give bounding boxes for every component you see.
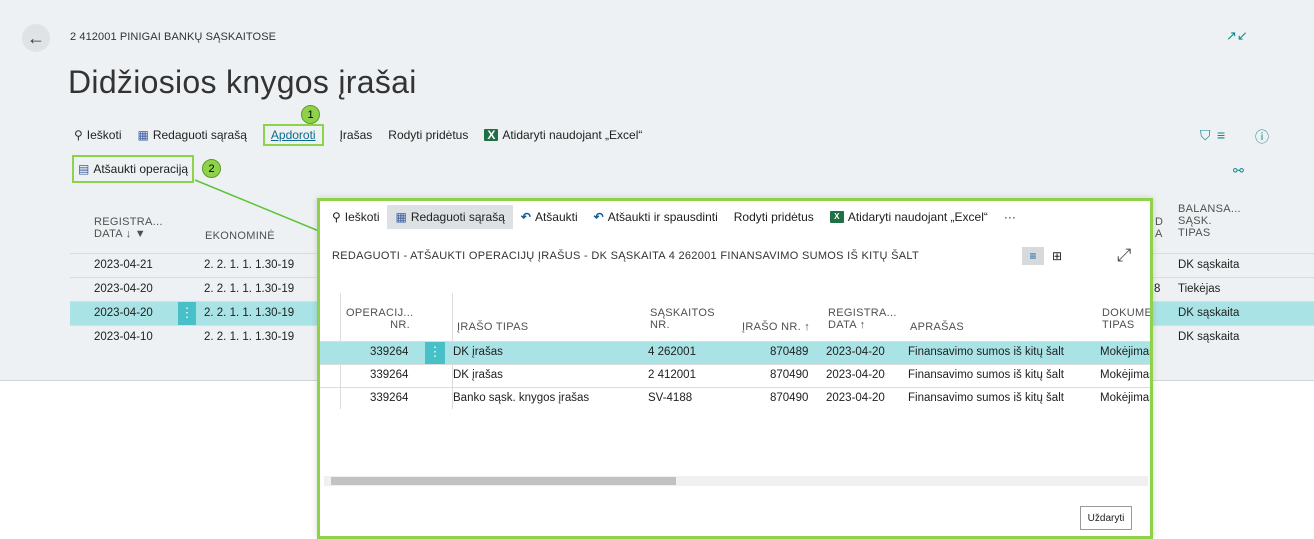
list-view-icon[interactable]: ≡ bbox=[1022, 247, 1044, 265]
cell-reg-date: 2023-04-20 bbox=[826, 369, 885, 381]
edit-list-icon: ▦ bbox=[395, 210, 407, 224]
dialog-reverse-button[interactable]: ↶ Atšaukti bbox=[513, 205, 586, 229]
cell-date: 2023-04-20 bbox=[94, 283, 153, 295]
dialog-edit-list-label: Redaguoti sąrašą bbox=[410, 210, 505, 224]
cell-operation-no: 339264 bbox=[370, 346, 409, 358]
cell-partial: 8 bbox=[1154, 283, 1161, 295]
cell-entry-no: 870490 bbox=[770, 392, 809, 404]
more-options-button[interactable]: ··· bbox=[996, 205, 1024, 229]
cell-reg-date: 2023-04-20 bbox=[826, 346, 885, 358]
col-header-balance-line2: SĄSK. bbox=[1178, 215, 1212, 227]
search-icon: ⚲ bbox=[332, 210, 341, 224]
cell-document-type: Mokėjimas bbox=[1100, 346, 1153, 358]
close-button[interactable]: Uždaryti bbox=[1080, 506, 1132, 530]
col-header-economic[interactable]: EKONOMINĖ bbox=[205, 230, 275, 242]
col-header-op-line2: NR. bbox=[390, 319, 410, 331]
tile-view-icon[interactable]: ⊞ bbox=[1046, 247, 1068, 265]
undo-icon: ↶ bbox=[593, 210, 604, 224]
dialog-edit-list-button[interactable]: ▦ Redaguoti sąrašą bbox=[387, 205, 513, 229]
cell-description: Finansavimo sumos iš kitų šalt bbox=[908, 346, 1064, 358]
col-header-op-line1: OPERACIJ... bbox=[346, 307, 414, 319]
dialog-show-attached-button[interactable]: Rodyti pridėtus bbox=[726, 205, 822, 229]
col-header-acc-line2: NR. bbox=[650, 319, 670, 331]
cell-entry-type: Banko sąsk. knygos įrašas bbox=[453, 392, 590, 404]
dialog-search-button[interactable]: ⚲ Ieškoti bbox=[324, 205, 387, 229]
cell-date: 2023-04-10 bbox=[94, 331, 153, 343]
cell-balance-type: DK sąskaita bbox=[1178, 259, 1240, 271]
dialog-reverse-label: Atšaukti bbox=[534, 210, 578, 224]
cell-economic: 2. 2. 1. 1. 1.30-19 bbox=[204, 283, 295, 295]
col-header-account-no[interactable]: SĄSKAITOS NR. bbox=[650, 307, 715, 331]
col-header-doc-line2: TIPAS bbox=[1102, 319, 1135, 331]
cell-economic: 2. 2. 1. 1. 1.30-19 bbox=[204, 331, 295, 343]
cell-operation-no: 339264 bbox=[370, 369, 409, 381]
table-row[interactable]: 339264 Banko sąsk. knygos įrašas SV-4188… bbox=[320, 387, 1150, 410]
table-row[interactable]: 339264 DK įrašas 2 412001 870490 2023-04… bbox=[320, 364, 1150, 387]
col-header-reg-date-line2: DATA ↓ ▼ bbox=[94, 228, 146, 240]
cell-document-type: Mokėjimas bbox=[1100, 392, 1153, 404]
cell-operation-no: 339264 bbox=[370, 392, 409, 404]
col-header-acc-line1: SĄSKAITOS bbox=[650, 307, 715, 319]
cell-entry-no: 870489 bbox=[770, 346, 809, 358]
cell-description: Finansavimo sumos iš kitų šalt bbox=[908, 369, 1064, 381]
col-header-reg-line2: DATA ↑ bbox=[828, 319, 866, 331]
scrollbar-thumb[interactable] bbox=[331, 477, 676, 485]
col-header-balance-line3: TIPAS bbox=[1178, 227, 1211, 239]
col-header-entry-no[interactable]: ĮRAŠO NR. ↑ bbox=[742, 321, 810, 333]
cell-date: 2023-04-20 bbox=[94, 307, 153, 319]
cell-account-no: SV-4188 bbox=[648, 392, 693, 404]
col-header-reg-date[interactable]: REGISTRA... DATA ↑ bbox=[828, 307, 897, 331]
reverse-entries-dialog: ⚲ Ieškoti ▦ Redaguoti sąrašą ↶ Atšaukti … bbox=[317, 198, 1153, 539]
cell-description: Finansavimo sumos iš kitų šalt bbox=[908, 392, 1064, 404]
col-header-partial-a: A bbox=[1155, 228, 1163, 240]
cell-date: 2023-04-21 bbox=[94, 259, 153, 271]
col-header-operation-no[interactable]: OPERACIJ... NR. bbox=[346, 307, 414, 331]
dialog-reverse-print-button[interactable]: ↶ Atšaukti ir spausdinti bbox=[586, 205, 726, 229]
col-header-entry-type[interactable]: ĮRAŠO TIPAS bbox=[457, 321, 528, 333]
col-header-balance-type[interactable]: BALANSA... SĄSK. TIPAS bbox=[1178, 203, 1241, 239]
col-header-partial: D A bbox=[1155, 216, 1163, 240]
col-header-reg-line1: REGISTRA... bbox=[828, 307, 897, 319]
col-header-balance-line1: BALANSA... bbox=[1178, 203, 1241, 215]
dialog-open-excel-label: Atidaryti naudojant „Excel“ bbox=[847, 210, 988, 224]
col-header-description[interactable]: APRAŠAS bbox=[910, 321, 964, 333]
cell-account-no: 2 412001 bbox=[648, 369, 696, 381]
dialog-title: REDAGUOTI - ATŠAUKTI OPERACIJŲ ĮRAŠUS - … bbox=[332, 250, 920, 262]
dialog-show-attached-label: Rodyti pridėtus bbox=[733, 210, 814, 224]
cell-entry-type: DK įrašas bbox=[453, 346, 503, 358]
cell-account-no: 4 262001 bbox=[648, 346, 696, 358]
col-header-document-type[interactable]: DOKUMEN TIPAS bbox=[1102, 307, 1153, 331]
col-header-reg-date[interactable]: REGISTRA... DATA ↓ ▼ bbox=[94, 216, 163, 240]
dialog-open-excel-button[interactable]: X Atidaryti naudojant „Excel“ bbox=[822, 205, 996, 229]
cell-balance-type: Tiekėjas bbox=[1178, 283, 1221, 295]
col-header-doc-line1: DOKUMEN bbox=[1102, 307, 1153, 319]
row-menu-icon[interactable]: ⋮ bbox=[178, 302, 196, 326]
horizontal-scrollbar[interactable] bbox=[324, 476, 1148, 486]
excel-icon: X bbox=[829, 211, 844, 223]
table-row-selected[interactable]: 339264 ⋮ DK įrašas 4 262001 870489 2023-… bbox=[320, 341, 1150, 364]
cell-balance-type: DK sąskaita bbox=[1178, 331, 1240, 343]
expand-icon[interactable]: ⤢ bbox=[1117, 245, 1131, 266]
dialog-reverse-print-label: Atšaukti ir spausdinti bbox=[607, 210, 718, 224]
col-header-reg-date-line1: REGISTRA... bbox=[94, 216, 163, 228]
cell-balance-type: DK sąskaita bbox=[1178, 307, 1240, 319]
cell-economic: 2. 2. 1. 1. 1.30-19 bbox=[204, 307, 295, 319]
col-header-partial-d: D bbox=[1155, 216, 1164, 228]
row-menu-icon[interactable]: ⋮ bbox=[425, 342, 445, 364]
cell-document-type: Mokėjimas bbox=[1100, 369, 1153, 381]
undo-icon: ↶ bbox=[520, 210, 531, 224]
cell-entry-type: DK įrašas bbox=[453, 369, 503, 381]
cell-reg-date: 2023-04-20 bbox=[826, 392, 885, 404]
dialog-search-label: Ieškoti bbox=[344, 210, 380, 224]
cell-economic: 2. 2. 1. 1. 1.30-19 bbox=[204, 259, 295, 271]
dialog-action-bar: ⚲ Ieškoti ▦ Redaguoti sąrašą ↶ Atšaukti … bbox=[320, 201, 1150, 233]
cell-entry-no: 870490 bbox=[770, 369, 809, 381]
